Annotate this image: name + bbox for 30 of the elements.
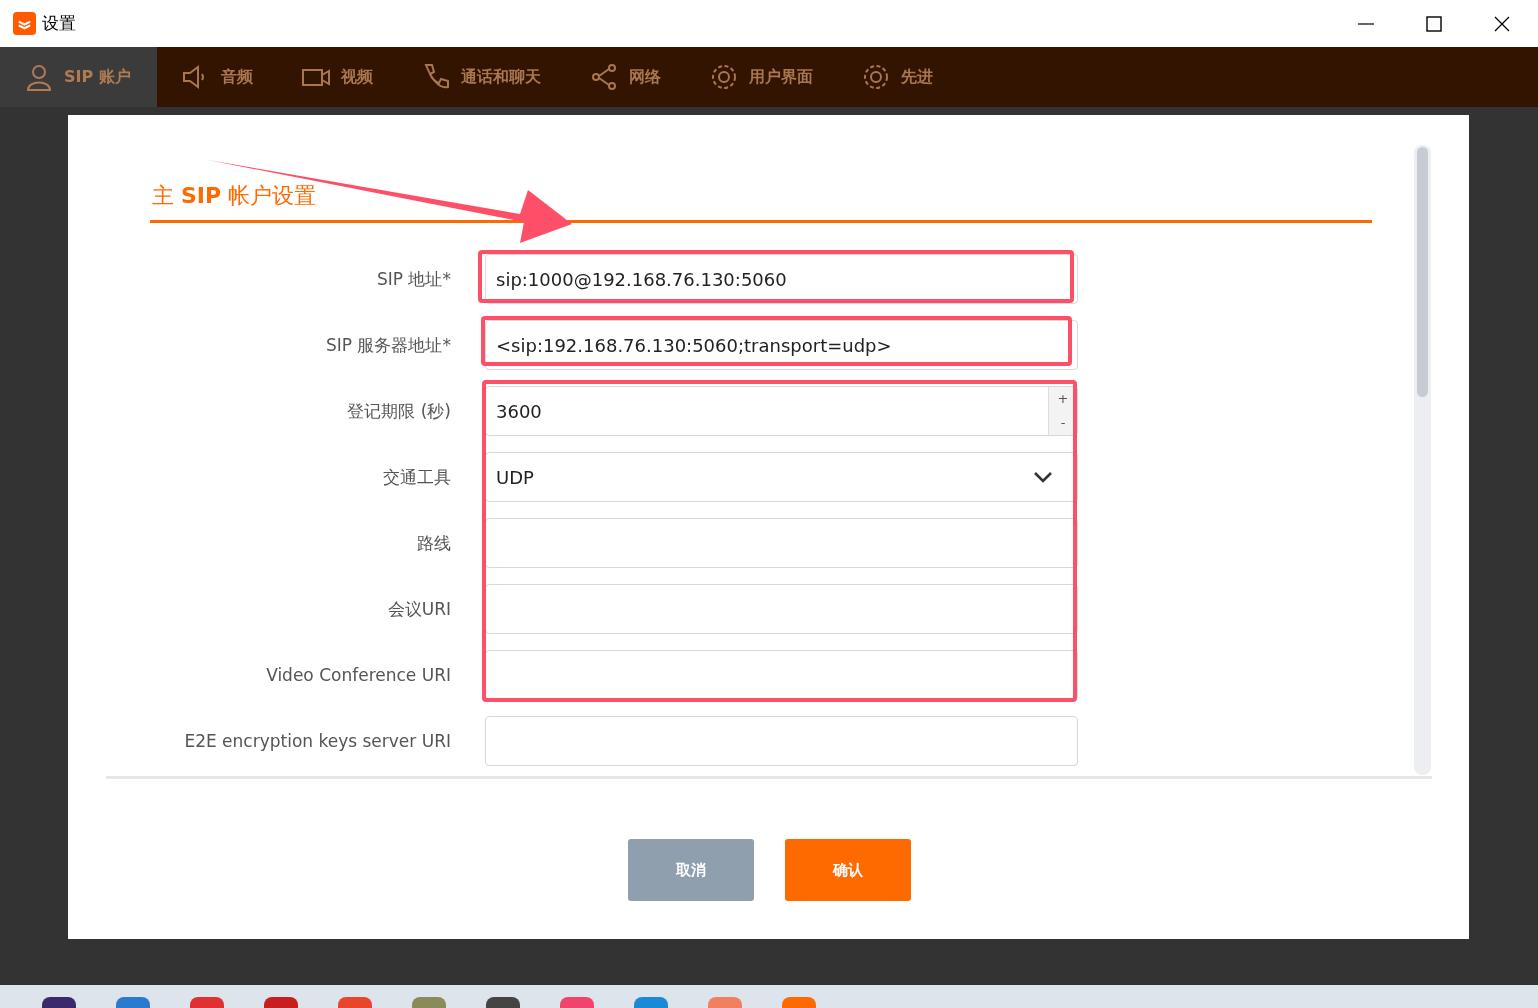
settings-tab[interactable]: 通话和聊天 <box>396 47 565 107</box>
field-label: SIP 服务器地址* <box>325 333 451 357</box>
settings-tab[interactable]: 网络 <box>564 47 685 107</box>
input-field[interactable]: <sip:192.168.76.130:5060;transport=udp> <box>485 320 1078 370</box>
user-icon <box>24 62 54 92</box>
settings-tab[interactable]: SIP 账户 <box>0 47 157 107</box>
close-icon[interactable] <box>1494 15 1510 32</box>
input-field[interactable]: sip:1000@192.168.76.130:5060 <box>485 254 1078 304</box>
decrement-button[interactable]: - <box>1049 411 1077 435</box>
input-field[interactable] <box>485 716 1078 766</box>
increment-button[interactable]: + <box>1049 387 1077 411</box>
settings-tab[interactable]: 用户界面 <box>684 47 837 107</box>
scrollbar-thumb[interactable] <box>1417 147 1428 397</box>
app-logo-icon <box>13 12 36 35</box>
maximize-icon[interactable] <box>1426 15 1442 32</box>
field-label: Video Conference URI <box>265 665 451 685</box>
field-label: 会议URI <box>386 597 451 621</box>
settings-tab[interactable]: 先进 <box>836 47 957 107</box>
settings-tab[interactable]: 视频 <box>276 47 397 107</box>
field-label: E2E encryption keys server URI <box>183 731 451 751</box>
field-label: SIP 地址* <box>376 267 451 291</box>
window-title: 设置 <box>42 12 76 35</box>
settings-tab[interactable]: 音频 <box>156 47 277 107</box>
field-label: 路线 <box>416 531 451 555</box>
section-heading: 主 SIP 帐户设置 <box>151 182 317 210</box>
chevron-down-icon <box>1033 471 1053 483</box>
field-label: 登记期限 (秒) <box>346 399 451 423</box>
field-label: 交通工具 <box>382 465 451 489</box>
cancel-button[interactable]: 取消 <box>628 839 754 901</box>
confirm-button[interactable]: 确认 <box>785 839 911 901</box>
